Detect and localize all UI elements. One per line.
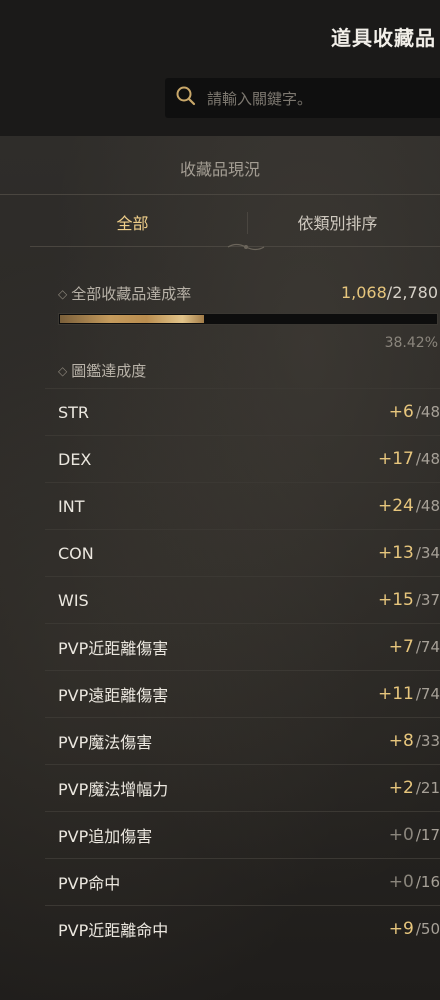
stat-value: +13/34 (378, 543, 440, 563)
stat-value: +24/48 (378, 496, 440, 516)
diamond-icon: ◇ (58, 363, 68, 378)
stat-max: /33 (415, 732, 440, 750)
stat-bonus: +0 (388, 872, 414, 892)
stat-bonus: +8 (388, 731, 414, 751)
stat-value: +0/16 (389, 872, 440, 892)
stat-value: +9/50 (389, 919, 440, 939)
stat-name: PVP命中 (58, 874, 121, 893)
stat-value: +11/74 (378, 684, 440, 704)
search-input[interactable]: 請輸入關鍵字。 (165, 78, 440, 118)
stat-name: PVP遠距離傷害 (58, 686, 169, 705)
stat-name: STR (58, 402, 90, 422)
search-placeholder: 請輸入關鍵字。 (207, 89, 313, 108)
stat-max: /48 (415, 497, 440, 515)
codex-text: 圖鑑達成度 (71, 362, 147, 380)
stat-name: PVP追加傷害 (58, 827, 153, 846)
stat-bonus: +24 (377, 496, 414, 516)
stat-row: STR +6/48 (45, 388, 440, 435)
stat-max: /21 (415, 779, 440, 797)
stat-max: /50 (415, 920, 440, 938)
stat-row: PVP魔法傷害 +8/33 (45, 717, 440, 764)
stat-bonus: +13 (377, 543, 414, 563)
stat-bonus: +9 (388, 919, 414, 939)
total-completion-label: ◇ 全部收藏品達成率 (58, 283, 191, 304)
diamond-icon: ◇ (58, 286, 68, 301)
stat-max: /74 (415, 685, 440, 703)
stat-bonus: +11 (377, 684, 414, 704)
stat-bonus: +6 (388, 402, 414, 422)
stat-max: /48 (415, 403, 440, 421)
stat-bonus: +17 (377, 449, 414, 469)
stat-max: /37 (415, 591, 440, 609)
stat-name: PVP近距離傷害 (58, 639, 169, 658)
stat-max: /16 (415, 873, 440, 891)
stat-bonus: +0 (388, 825, 414, 845)
progress-fill (60, 315, 205, 323)
stat-row: DEX +17/48 (45, 435, 440, 482)
stat-row: PVP近距離命中 +9/50 (45, 905, 440, 952)
stat-bonus: +15 (377, 590, 414, 610)
search-icon (175, 85, 197, 111)
stat-value: +0/17 (389, 825, 440, 845)
stat-row: PVP近距離傷害 +7/74 (45, 623, 440, 670)
completion-total: /2,780 (386, 283, 438, 302)
codex-label: ◇ 圖鑑達成度 (58, 360, 146, 381)
stat-name: WIS (58, 590, 89, 610)
stat-name: CON (58, 543, 94, 563)
stat-row: PVP追加傷害 +0/17 (45, 811, 440, 858)
divider (0, 194, 440, 195)
stat-name: DEX (58, 449, 92, 469)
stat-row: PVP命中 +0/16 (45, 858, 440, 905)
stat-name: PVP魔法傷害 (58, 733, 153, 752)
stat-value: +17/48 (378, 449, 440, 469)
stat-max: /74 (415, 638, 440, 656)
collection-panel: 收藏品現況 全部 依類別排序 ◇ 全部收藏品達成率 1,068/2,780 38… (0, 136, 440, 1000)
page-title: 道具收藏品 (331, 26, 436, 50)
ornament-icon (227, 243, 265, 251)
completion-progress-bar (58, 313, 438, 325)
stat-bonus: +2 (388, 778, 414, 798)
stat-max: /48 (415, 450, 440, 468)
stat-name: PVP近距離命中 (58, 921, 169, 940)
stat-row: INT +24/48 (45, 482, 440, 529)
stat-value: +6/48 (389, 402, 440, 422)
tab-all[interactable]: 全部 (30, 196, 235, 248)
panel-heading: 收藏品現況 (179, 160, 260, 179)
stat-max: /34 (415, 544, 440, 562)
stat-row: PVP遠距離傷害 +11/74 (45, 670, 440, 717)
total-completion-text: 全部收藏品達成率 (71, 285, 192, 303)
stat-bonus: +7 (388, 637, 414, 657)
stat-max: /17 (415, 826, 440, 844)
total-completion-count: 1,068/2,780 (341, 283, 438, 302)
stat-value: +15/37 (378, 590, 440, 610)
stat-name: PVP魔法增幅力 (58, 780, 169, 799)
stat-row: WIS +15/37 (45, 576, 440, 623)
completion-current: 1,068 (340, 283, 387, 302)
stat-row: CON +13/34 (45, 529, 440, 576)
stat-value: +7/74 (389, 637, 440, 657)
stat-value: +8/33 (389, 731, 440, 751)
tab-separator (247, 212, 248, 234)
completion-percent: 38.42% (384, 335, 438, 351)
stat-name: INT (58, 496, 85, 516)
stat-list: STR +6/48 DEX +17/48 INT +24/48 CON +13/34 WIS +1… (45, 388, 440, 952)
stat-row: PVP魔法增幅力 +2/21 (45, 764, 440, 811)
stat-value: +2/21 (389, 778, 440, 798)
